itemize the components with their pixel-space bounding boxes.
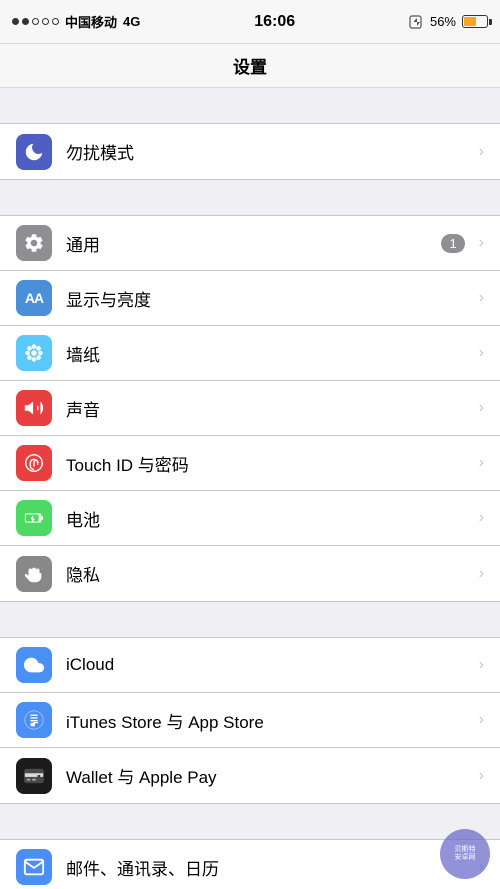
battery-fill	[464, 17, 476, 26]
page-title: 设置	[233, 53, 267, 78]
mail-label: 邮件、通讯录、日历	[66, 855, 475, 880]
battery-icon	[462, 15, 488, 28]
watermark: 贝斯特安卓网	[440, 829, 490, 879]
gear-icon	[23, 232, 45, 254]
display-label: 显示与亮度	[66, 286, 475, 311]
section-gap-4	[0, 804, 500, 839]
chevron-icon: ›	[479, 234, 484, 252]
general-icon-wrap	[16, 225, 52, 261]
section-general: 通用 1 › AA 显示与亮度 ›	[0, 215, 500, 602]
time-display: 16:06	[254, 13, 295, 31]
settings-item-sounds[interactable]: 声音 ›	[0, 381, 500, 436]
flower-icon	[23, 342, 45, 364]
section-gap-3	[0, 602, 500, 637]
itunes-label: iTunes Store 与 App Store	[66, 708, 475, 733]
chevron-icon: ›	[479, 711, 484, 729]
wallet-icon-wrap	[16, 758, 52, 794]
dot4	[42, 18, 49, 25]
wallpaper-label: 墙纸	[66, 341, 475, 366]
chevron-icon: ›	[479, 509, 484, 527]
chevron-icon: ›	[479, 344, 484, 362]
settings-item-icloud[interactable]: iCloud ›	[0, 638, 500, 693]
mail-icon	[23, 856, 45, 878]
signal-dots	[12, 18, 59, 25]
settings-item-battery[interactable]: 电池 ›	[0, 491, 500, 546]
moon-icon	[23, 141, 45, 163]
chevron-icon: ›	[479, 767, 484, 785]
watermark-text: 贝斯特安卓网	[455, 846, 476, 863]
privacy-icon-wrap	[16, 556, 52, 592]
wallpaper-icon-wrap	[16, 335, 52, 371]
battery-icon-wrap	[16, 500, 52, 536]
settings-item-general[interactable]: 通用 1 ›	[0, 216, 500, 271]
wallet-label: Wallet 与 Apple Pay	[66, 763, 475, 788]
chevron-icon: ›	[479, 565, 484, 583]
display-icon-wrap: AA	[16, 280, 52, 316]
do-not-disturb-label: 勿扰模式	[66, 139, 475, 164]
do-not-disturb-icon-wrap	[16, 134, 52, 170]
aa-icon: AA	[25, 290, 43, 306]
itunes-icon	[23, 709, 45, 731]
icloud-label: iCloud	[66, 655, 475, 675]
privacy-label: 隐私	[66, 561, 475, 586]
chevron-icon: ›	[479, 656, 484, 674]
chevron-icon: ›	[479, 289, 484, 307]
touchid-icon-wrap	[16, 445, 52, 481]
general-label: 通用	[66, 231, 441, 256]
speaker-icon	[23, 397, 45, 419]
settings-item-touchid[interactable]: Touch ID 与密码 ›	[0, 436, 500, 491]
battery-label: 电池	[66, 506, 475, 531]
carrier-label: 中国移动	[65, 12, 117, 31]
settings-item-wallet[interactable]: Wallet 与 Apple Pay ›	[0, 748, 500, 803]
settings-item-wallpaper[interactable]: 墙纸 ›	[0, 326, 500, 381]
touchid-label: Touch ID 与密码	[66, 451, 475, 476]
cloud-icon	[23, 654, 45, 676]
wallet-icon	[23, 765, 45, 787]
network-type-label: 4G	[123, 14, 140, 29]
chevron-icon: ›	[479, 454, 484, 472]
dot3	[32, 18, 39, 25]
hand-icon	[23, 563, 45, 585]
battery-percent: 56%	[430, 14, 456, 29]
mail-icon-wrap	[16, 849, 52, 885]
sounds-label: 声音	[66, 396, 475, 421]
settings-item-privacy[interactable]: 隐私 ›	[0, 546, 500, 601]
nav-bar: 设置	[0, 44, 500, 88]
settings-item-do-not-disturb[interactable]: 勿扰模式 ›	[0, 124, 500, 179]
settings-content: 勿扰模式 › 通用 1 › AA 显示与亮度 ›	[0, 88, 500, 889]
general-badge: 1	[441, 234, 464, 253]
sounds-icon-wrap	[16, 390, 52, 426]
itunes-icon-wrap	[16, 702, 52, 738]
dot5	[52, 18, 59, 25]
section-do-not-disturb: 勿扰模式 ›	[0, 123, 500, 180]
charge-icon	[409, 14, 422, 30]
chevron-icon: ›	[479, 399, 484, 417]
section-accounts: iCloud › iTunes Store 与 App Store ›	[0, 637, 500, 804]
status-right: 56%	[409, 14, 488, 30]
icloud-icon-wrap	[16, 647, 52, 683]
dot2	[22, 18, 29, 25]
fingerprint-icon	[23, 452, 45, 474]
status-bar: 中国移动 4G 16:06 56%	[0, 0, 500, 44]
battery-settings-icon	[23, 507, 45, 529]
status-left: 中国移动 4G	[12, 12, 140, 31]
chevron-icon: ›	[479, 143, 484, 161]
section-gap-2	[0, 180, 500, 215]
settings-item-mail[interactable]: 邮件、通讯录、日历 ›	[0, 840, 500, 889]
section-gap-top	[0, 88, 500, 123]
dot1	[12, 18, 19, 25]
settings-item-display[interactable]: AA 显示与亮度 ›	[0, 271, 500, 326]
section-apps: 邮件、通讯录、日历 › 备忘录 ›	[0, 839, 500, 889]
settings-item-itunes[interactable]: iTunes Store 与 App Store ›	[0, 693, 500, 748]
